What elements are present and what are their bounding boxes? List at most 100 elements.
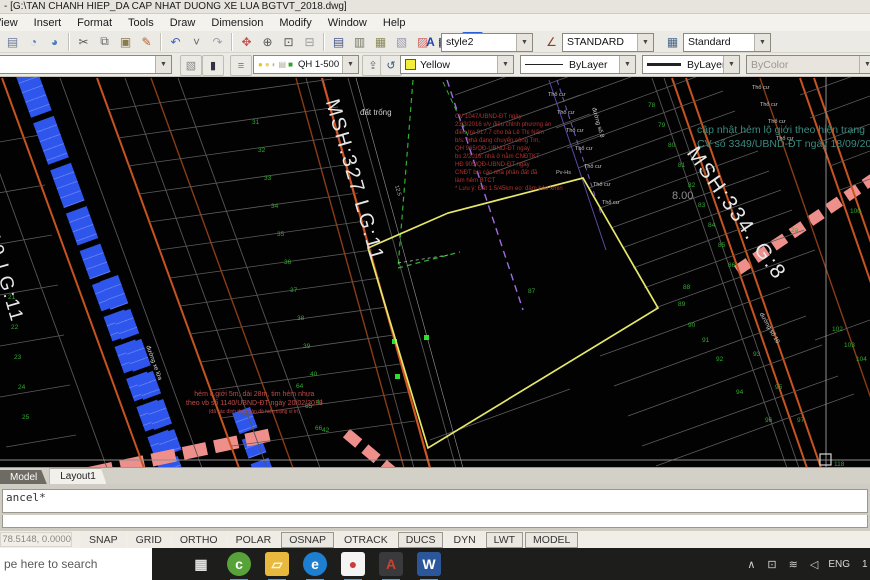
chevron-down-icon[interactable]: ▼ <box>497 56 513 73</box>
copy-icon[interactable]: ⧉ <box>94 32 115 52</box>
menu-item-view[interactable]: View <box>0 15 26 31</box>
road-label-msh334: MSH:334. G:8 <box>683 143 790 284</box>
menu-item-modify[interactable]: Modify <box>271 15 319 31</box>
sheet-set-icon[interactable]: ▤ <box>2 32 23 52</box>
task-view-icon[interactable]: ▦ <box>189 552 213 576</box>
tray-network-icon[interactable]: ≋ <box>789 559 798 571</box>
photos-app-icon[interactable]: ● <box>341 552 365 576</box>
chevron-down-icon[interactable]: ▼ <box>637 34 653 51</box>
taskbar-search-input[interactable]: pe here to search <box>0 548 152 580</box>
match-properties-icon[interactable]: ✎ <box>136 32 157 52</box>
photos-app-icon: ● <box>349 556 357 572</box>
file-explorer-icon[interactable]: ▱ <box>265 552 289 576</box>
status-toggle-ducs[interactable]: DUCS <box>398 532 444 548</box>
linetype-value: ByLayer <box>569 59 608 71</box>
table-style-icon[interactable]: ▦ <box>662 32 683 52</box>
chevron-down-icon[interactable]: ▼ <box>619 56 635 73</box>
tab-model[interactable]: Model <box>0 470 47 485</box>
parcel-number: 42 <box>322 428 329 435</box>
color-combo[interactable]: Yellow ▼ <box>400 55 514 74</box>
linetype-combo[interactable]: ByLayer ▼ <box>520 55 636 74</box>
command-input[interactable] <box>2 515 868 528</box>
tray-touchpad-icon[interactable]: ⊡ <box>767 559 776 571</box>
status-toggle-model[interactable]: MODEL <box>525 532 578 548</box>
word-icon[interactable]: W <box>417 552 441 576</box>
chevron-down-icon[interactable]: ▼ <box>342 56 358 73</box>
publish-icon[interactable]: ◔ <box>23 32 44 52</box>
dim-label: 8.00 <box>672 191 693 202</box>
red-annotation-line: bs 2/2016: nhà ở nằm CNĐTKT <box>455 153 563 161</box>
layer-on-icon: ● <box>258 60 263 69</box>
status-toggle-grid[interactable]: GRID <box>128 532 170 548</box>
parcel-number: 84 <box>708 223 715 230</box>
layer-manager-icon[interactable]: ≡ <box>230 55 252 76</box>
status-toggle-snap[interactable]: SNAP <box>81 532 126 548</box>
layer-previous-icon[interactable]: ↺ <box>380 55 402 76</box>
menu-item-draw[interactable]: Draw <box>162 15 204 31</box>
chevron-down-icon[interactable]: ▼ <box>723 56 739 73</box>
cut-icon[interactable]: ✂ <box>73 32 94 52</box>
chevron-down-icon[interactable]: ▼ <box>155 56 171 73</box>
tab-layout1[interactable]: Layout1 <box>49 468 107 485</box>
status-toggle-ortho[interactable]: ORTHO <box>172 532 226 548</box>
parcel-number: 100 <box>850 209 861 216</box>
tool-palettes-icon[interactable]: ▦ <box>370 32 391 52</box>
layer-lock-icon: ◐ <box>272 60 277 69</box>
lineweight-combo[interactable]: ByLayer ▼ <box>642 55 740 74</box>
chevron-down-icon[interactable]: ▼ <box>516 34 532 51</box>
file-explorer-icon: ▱ <box>272 556 283 573</box>
edge-browser-icon[interactable]: e <box>303 552 327 576</box>
designcenter-icon[interactable]: ▥ <box>349 32 370 52</box>
zoom-window-icon[interactable]: ⊡ <box>278 32 299 52</box>
menu-item-insert[interactable]: Insert <box>26 15 70 31</box>
undo-icon[interactable]: ↶ <box>165 32 186 52</box>
status-toggle-otrack[interactable]: OTRACK <box>336 532 396 548</box>
text-style-combo[interactable]: style2 ▼ <box>441 33 533 52</box>
paste-icon[interactable]: ▣ <box>115 32 136 52</box>
menu-item-window[interactable]: Window <box>320 15 375 31</box>
clock-partial[interactable]: 1 <box>862 559 870 570</box>
table-style-combo[interactable]: Standard ▼ <box>683 33 771 52</box>
drawing-canvas[interactable]: MSH:327 LG:11MSH:334. G:8MSH:310 LG:11đấ… <box>0 77 870 467</box>
pan-icon[interactable]: ✥ <box>236 32 257 52</box>
workspace-combo[interactable]: ▼ <box>0 55 172 74</box>
status-toggle-osnap[interactable]: OSNAP <box>281 532 334 548</box>
language-indicator[interactable]: ENG <box>828 559 850 570</box>
parcel-use-label: Thổ cư <box>575 147 592 153</box>
dim-style-icon[interactable]: ∠ <box>541 32 562 52</box>
text-style-icon[interactable]: A <box>420 32 441 52</box>
undo-dropdown-icon[interactable]: ˅ <box>186 32 207 52</box>
coccoc-browser-icon[interactable]: c <box>227 552 251 576</box>
image-frame-icon[interactable]: ▮ <box>202 55 224 76</box>
zoom-previous-icon[interactable]: ⊟ <box>299 32 320 52</box>
command-history-text: ancel* <box>6 491 46 504</box>
command-history[interactable]: ancel* <box>2 489 868 513</box>
parcel-number: 96 <box>765 418 772 425</box>
parcel-number: 95 <box>775 385 782 392</box>
redo-icon[interactable]: ↷ <box>207 32 228 52</box>
status-toggle-dyn[interactable]: DYN <box>445 532 483 548</box>
menu-item-tools[interactable]: Tools <box>120 15 162 31</box>
zoom-realtime-icon[interactable]: ⊕ <box>257 32 278 52</box>
plotstyle-value: ByColor <box>751 59 788 71</box>
color-swatch <box>405 59 416 70</box>
layer-combo[interactable]: ●●◐▤■ QH 1-500 ▼ <box>253 55 359 74</box>
status-toggle-lwt[interactable]: LWT <box>486 532 523 548</box>
status-toggle-polar[interactable]: POLAR <box>228 532 280 548</box>
parcel-number: 35 <box>277 232 284 239</box>
menu-item-dimension[interactable]: Dimension <box>203 15 271 31</box>
chevron-down-icon[interactable]: ▼ <box>754 34 770 51</box>
tray-chevron-icon[interactable]: ∧ <box>747 559 755 571</box>
autocad-icon[interactable]: A <box>379 552 403 576</box>
properties-icon[interactable]: ▤ <box>328 32 349 52</box>
dim-style-combo[interactable]: STANDARD ▼ <box>562 33 654 52</box>
web-icon[interactable]: ◕ <box>44 32 65 52</box>
road-label-msh327: MSH:327 LG:11 <box>322 97 388 264</box>
sheetset-manager-icon[interactable]: ▧ <box>391 32 412 52</box>
red-annotation-line: (đã xác định theo bản đồ hiện trạng vị t… <box>186 408 323 417</box>
menu-item-format[interactable]: Format <box>69 15 120 31</box>
menu-item-help[interactable]: Help <box>375 15 414 31</box>
tray-volume-icon[interactable]: ◁ <box>810 559 818 571</box>
dashed-frame-icon[interactable]: ▧ <box>180 55 202 76</box>
teal-annotation: cập nhật hẻm lộ giới theo hiện trạng CV … <box>697 125 870 149</box>
